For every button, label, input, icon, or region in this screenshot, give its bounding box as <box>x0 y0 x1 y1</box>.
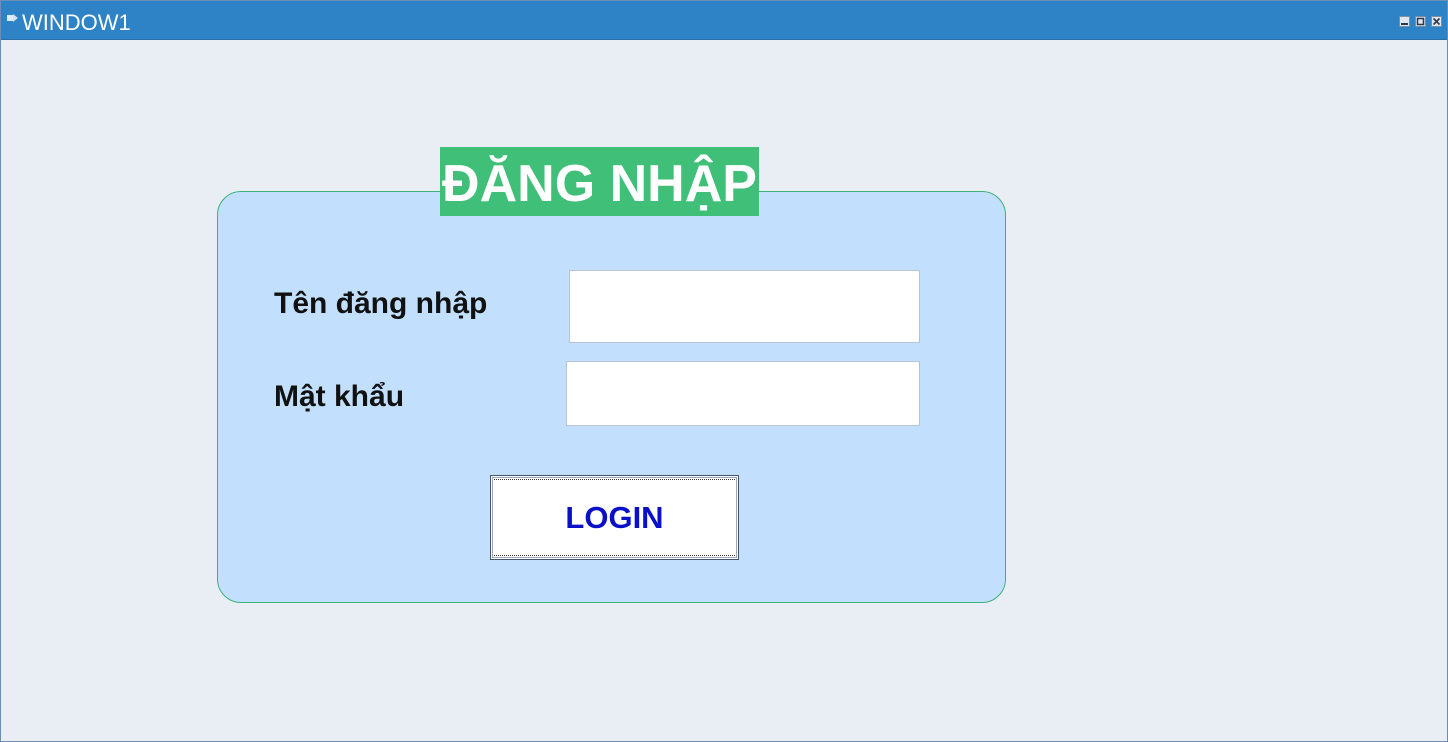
window-title: WINDOW1 <box>22 10 131 35</box>
login-heading: ĐĂNG NHẬP <box>440 147 759 216</box>
password-label: Mật khẩu <box>274 380 405 413</box>
username-label: Tên đăng nhập <box>274 287 488 320</box>
close-icon[interactable] <box>1431 16 1442 27</box>
username-input[interactable] <box>569 270 920 343</box>
minimize-icon[interactable] <box>1399 16 1410 27</box>
app-icon <box>7 10 19 22</box>
maximize-icon[interactable] <box>1415 16 1426 27</box>
title-bar[interactable]: WINDOW1 <box>1 1 1447 40</box>
application-window: WINDOW1 ĐĂNG NHẬP Tên đăng nhập Mật khẩu… <box>0 0 1448 742</box>
password-input[interactable] <box>566 361 920 426</box>
login-button[interactable]: LOGIN <box>490 475 739 560</box>
